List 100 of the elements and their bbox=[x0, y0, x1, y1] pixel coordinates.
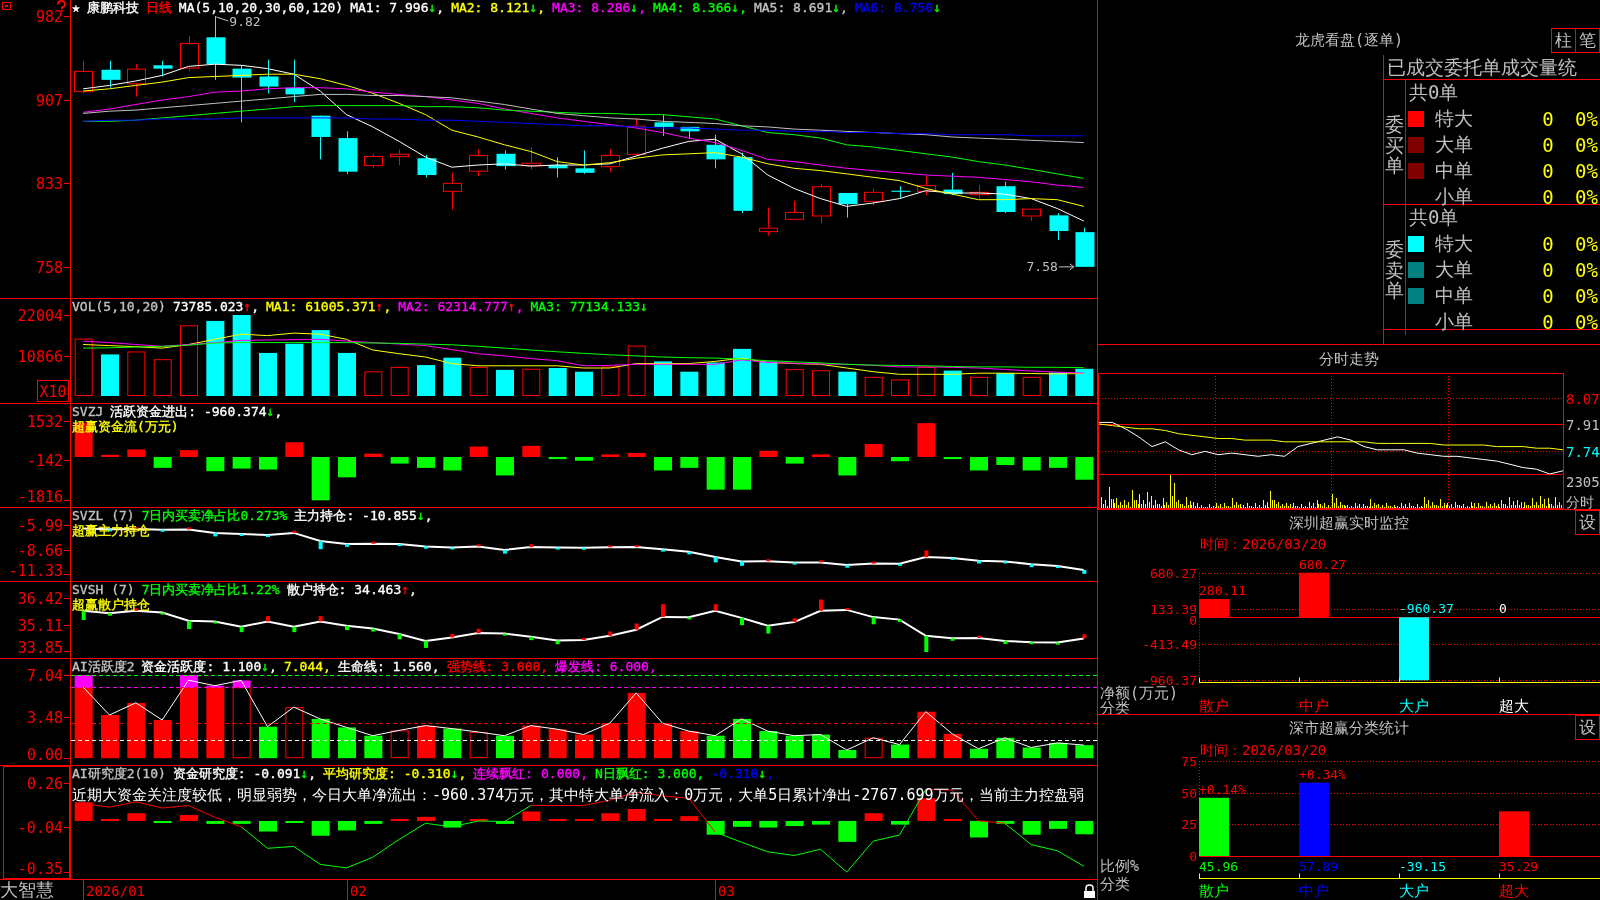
candle bbox=[838, 192, 858, 219]
order-percent: 0% bbox=[1575, 160, 1598, 182]
settings-button[interactable]: 设 bbox=[1575, 510, 1600, 535]
candle bbox=[180, 35, 199, 72]
order-percent: 0% bbox=[1575, 311, 1598, 333]
axis-label: 833 bbox=[35, 174, 63, 193]
value-label: 57.89 bbox=[1299, 859, 1339, 874]
axis-label: 25 bbox=[1181, 817, 1197, 832]
axis-label: -0.04 bbox=[17, 818, 63, 837]
indicator-value: -0.310↓, bbox=[711, 766, 775, 781]
order-size-label: 大单 bbox=[1435, 257, 1473, 282]
order-size-label: 小单 bbox=[1435, 184, 1473, 208]
candle bbox=[259, 59, 279, 94]
legend-text: 7日内买卖净占比1.22% bbox=[141, 582, 280, 597]
value-label: 280.11 bbox=[1199, 582, 1246, 598]
indicator-value: MA5: 8.691↓, bbox=[753, 0, 848, 15]
order-size-label: 中单 bbox=[1435, 158, 1473, 183]
axis-label: 0.26 bbox=[26, 774, 63, 793]
date-label: 02 bbox=[350, 883, 367, 899]
candle bbox=[206, 15, 226, 81]
category-label: 中户 bbox=[1299, 882, 1329, 900]
lock-icon[interactable] bbox=[1084, 884, 1095, 898]
legend-text: 强势线: 3.000, bbox=[446, 659, 549, 674]
candle bbox=[443, 172, 462, 211]
chart-pane[interactable]: 758 833 907 982 9.82 7.58 ★ 康鹏科技 日线 MA(5,10,20,30,60,120) MA1: 7.996↓, MA2: 8.121↓, MA3: 8.286↓, MA4: 8.366↓, MA5: 8.691↓, MA6: 8.750↓ bbox=[0, 0, 1097, 299]
axis-label: -11.33 bbox=[8, 562, 63, 580]
window-icon[interactable] bbox=[2, 2, 11, 10]
chart-pane[interactable]: 10866 22004 X10 VOL(5,10,20) 73785.023↑, MA1: 61005.371↑, MA2: 62314.777↑, MA3: 77134.133↓ bbox=[0, 299, 1097, 404]
legend-text: 康鹏科技 bbox=[86, 0, 139, 15]
candle bbox=[575, 149, 595, 175]
date-label: 2026/01 bbox=[86, 883, 145, 899]
legend-text: SVZJ bbox=[72, 404, 104, 419]
axis-label: -142 bbox=[26, 451, 63, 470]
legend-text: AI活跃度2 bbox=[72, 659, 135, 674]
volume-scale-label: 2305 bbox=[1566, 475, 1600, 490]
candle bbox=[417, 154, 437, 178]
legend-text: 7日内买卖净占比0.273% bbox=[141, 508, 288, 523]
annotation: 9.82 bbox=[229, 14, 261, 30]
order-size-label: 中单 bbox=[1435, 283, 1473, 308]
axis-label: 22004 bbox=[17, 306, 63, 325]
candle bbox=[127, 63, 146, 98]
candle bbox=[153, 60, 173, 77]
group-label: 委买单 bbox=[1385, 113, 1404, 177]
view-toggle-button[interactable]: 笔 bbox=[1575, 28, 1600, 53]
order-percent: 0% bbox=[1575, 259, 1598, 281]
candle bbox=[101, 60, 121, 89]
timestamp: 时间：2026/03/20 bbox=[1200, 536, 1327, 552]
axis-label: -8.66 bbox=[17, 541, 63, 560]
axis-label: 3.48 bbox=[26, 708, 63, 727]
indicator-value: MA2: 62314.777↑, bbox=[398, 299, 524, 314]
candle bbox=[706, 134, 726, 169]
category-label: 大户 bbox=[1399, 882, 1429, 900]
section-title: 分时走势 bbox=[1319, 349, 1379, 369]
axis-label: 50 bbox=[1181, 786, 1197, 801]
date-label: 03 bbox=[718, 883, 735, 899]
axis-label: 7.91 bbox=[1566, 416, 1600, 433]
order-size-label: 小单 bbox=[1435, 309, 1473, 334]
candle bbox=[496, 149, 516, 170]
legend-text: 连续飘红: 0.000, bbox=[473, 766, 588, 781]
legend-text: N日飘红: 3.000, bbox=[595, 766, 705, 781]
table-title: 已成交委托单成交量统 bbox=[1384, 55, 1600, 80]
axis-label: -1816 bbox=[17, 488, 63, 506]
value-label: 35.29 bbox=[1499, 859, 1539, 874]
axis-label: 35.11 bbox=[17, 616, 63, 635]
indicator-value: 73785.023↑, bbox=[172, 299, 260, 314]
question-icon[interactable] bbox=[57, 0, 66, 12]
order-count: 0 bbox=[1542, 160, 1554, 182]
indicator-value: MA1: 61005.371↑, bbox=[266, 299, 392, 314]
axis-label: 75 bbox=[1181, 754, 1197, 769]
price-annotation: 7.58 bbox=[1026, 258, 1075, 274]
candle bbox=[311, 115, 331, 160]
section-title: 深圳超赢实时监控 bbox=[1289, 513, 1409, 533]
candle bbox=[996, 181, 1016, 214]
group-label: 委卖单 bbox=[1385, 238, 1404, 302]
candle bbox=[785, 200, 804, 221]
indicator-value: 资金研究度: -0.091↓, bbox=[172, 766, 317, 781]
axis-label: -960.37 bbox=[1142, 673, 1197, 688]
indicator-value: MA2: 8.121↓, bbox=[451, 0, 546, 15]
chart-pane[interactable]: 0.00 3.48 7.04 AI活跃度2 资金活跃度: 1.100↓, 7.044, 生命线: 1.560, 强势线: 3.000, 爆发线: 6.000, bbox=[0, 659, 1097, 766]
candle bbox=[970, 184, 989, 200]
candle bbox=[680, 126, 700, 140]
order-count: 0 bbox=[1542, 259, 1554, 281]
view-toggle-button[interactable]: 柱 bbox=[1551, 28, 1576, 53]
axis-label: 33.85 bbox=[17, 639, 63, 657]
chart-pane[interactable]: 33.85 35.11 36.42 SVSH (7) 7日内买卖净占比1.22% 散户持仓: 34.463↑, 超赢散户持仓 bbox=[0, 582, 1097, 659]
candle bbox=[390, 148, 409, 166]
candle bbox=[469, 148, 488, 177]
axis-title: 分类 bbox=[1100, 875, 1130, 893]
axis-label: 7.04 bbox=[26, 666, 63, 685]
candle bbox=[548, 156, 568, 178]
order-count: 0 bbox=[1542, 233, 1554, 255]
order-percent: 0% bbox=[1575, 285, 1598, 307]
order-count: 0 bbox=[1542, 285, 1554, 307]
value-label: 0 bbox=[1499, 601, 1507, 617]
candle bbox=[891, 185, 911, 200]
indicator-value: 散户持仓: 34.463↑, bbox=[286, 582, 417, 597]
order-total: 共0单 bbox=[1409, 80, 1459, 105]
settings-button[interactable]: 设 bbox=[1575, 715, 1600, 740]
axis-label: -5.99 bbox=[17, 516, 63, 535]
category-label: 散户 bbox=[1199, 697, 1229, 714]
